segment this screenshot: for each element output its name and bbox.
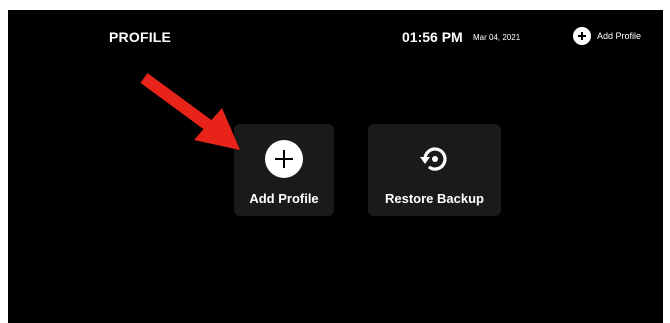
header-add-profile-button[interactable]: Add Profile (573, 27, 641, 45)
clock-date: Mar 04, 2021 (473, 33, 521, 42)
plus-icon (573, 27, 591, 45)
add-profile-tile[interactable]: Add Profile (234, 124, 334, 216)
plus-circle-icon (265, 140, 303, 178)
clock-time: 01:56 PM (402, 29, 463, 45)
restore-backup-label: Restore Backup (385, 191, 484, 206)
profile-screen: PROFILE 01:56 PM Mar 04, 2021 Add Profil… (8, 10, 663, 323)
add-profile-label: Add Profile (249, 191, 319, 206)
restore-backup-tile[interactable]: Restore Backup (368, 124, 501, 216)
page-title: PROFILE (109, 29, 172, 45)
header-add-profile-label: Add Profile (597, 31, 642, 41)
restore-icon (416, 140, 454, 178)
red-arrow-icon (140, 73, 240, 150)
